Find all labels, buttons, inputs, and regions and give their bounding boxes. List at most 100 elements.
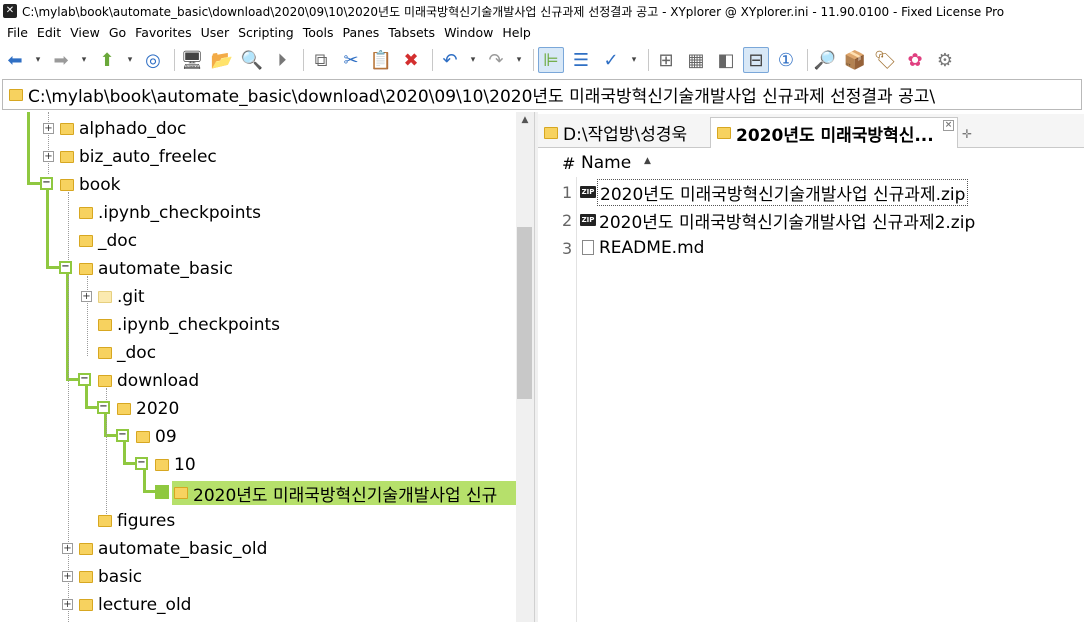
tree-item-automate-basic-old[interactable]: automate_basic_old	[79, 537, 267, 561]
tree-scrollbar[interactable]: ▲	[516, 112, 534, 622]
horizontal-panes-icon[interactable]: ⊟	[743, 47, 769, 73]
back-arrow-icon[interactable]: ⬅	[2, 47, 28, 73]
paste-icon[interactable]: 📋	[368, 47, 394, 73]
scrollbar-thumb[interactable]	[517, 227, 532, 399]
cut-icon[interactable]: ✂	[338, 47, 364, 73]
delete-icon[interactable]: ✖	[398, 47, 424, 73]
new-folder-icon[interactable]: 📂	[209, 47, 235, 73]
tree-item-2020[interactable]: 2020	[117, 397, 179, 421]
forward-arrow-icon[interactable]: ➡	[48, 47, 74, 73]
scroll-up-icon[interactable]: ▲	[516, 112, 534, 129]
collapse-toggle-icon[interactable]: −	[135, 457, 148, 470]
collapse-toggle-icon[interactable]: −	[97, 401, 110, 414]
tab-bar: D:\작업방\성경욱 2020년도 미래국방혁신... × ✛	[538, 114, 1084, 148]
tree-item-alphado-doc[interactable]: alphado_doc	[60, 117, 186, 141]
close-icon[interactable]: ×	[943, 120, 954, 131]
tree-item-git[interactable]: .git	[98, 285, 145, 309]
tree-item-automate-basic[interactable]: automate_basic	[79, 257, 233, 281]
up-folder-icon[interactable]: ⬆	[94, 47, 120, 73]
address-bar[interactable]: C:\mylab\book\automate_basic\download\20…	[2, 79, 1082, 110]
tree-item-biz-auto-freelec[interactable]: biz_auto_freelec	[60, 145, 217, 169]
expand-toggle-icon[interactable]: +	[62, 543, 73, 554]
tree-item-label: figures	[117, 511, 176, 531]
history-icon[interactable]: ⏵	[269, 47, 295, 73]
xyplorer-app-icon[interactable]: ✕	[3, 4, 17, 18]
tree-item-download[interactable]: download	[98, 369, 199, 393]
tree-item-selected-folder[interactable]: 2020년도 미래국방혁신기술개발사업 신규	[172, 481, 516, 506]
file-row[interactable]: 2 ZIP 2020년도 미래국방혁신기술개발사업 신규과제2.zip	[538, 207, 1084, 233]
folder-icon	[98, 347, 112, 359]
tree-item-book[interactable]: book	[60, 173, 120, 197]
tab-current-folder[interactable]: 2020년도 미래국방혁신... ×	[710, 117, 958, 148]
menu-help[interactable]: Help	[499, 25, 537, 40]
details-view-icon[interactable]: ☰	[568, 47, 594, 73]
redo-icon[interactable]: ↷	[483, 47, 509, 73]
file-name[interactable]: README.md	[599, 238, 704, 258]
collapse-toggle-icon[interactable]: −	[116, 429, 129, 442]
redo-dropdown-icon[interactable]: ▾	[513, 47, 525, 73]
folder-icon	[544, 126, 558, 139]
file-row[interactable]: 1 ZIP 2020년도 미래국방혁신기술개발사업 신규과제.zip	[538, 178, 1084, 206]
computer-icon[interactable]: 🖥	[179, 47, 205, 73]
column-header-number[interactable]: #	[562, 154, 575, 173]
back-dropdown-icon[interactable]: ▾	[32, 47, 44, 73]
tree-item-ipynb-checkpoints[interactable]: .ipynb_checkpoints	[79, 201, 261, 225]
folder-tree: + alphado_doc + biz_auto_freelec − book …	[0, 112, 534, 622]
goto-target-icon[interactable]: ◎	[140, 47, 166, 73]
tree-item-doc[interactable]: _doc	[98, 341, 156, 365]
expand-toggle-icon[interactable]: +	[62, 599, 73, 610]
tab-work-folder[interactable]: D:\작업방\성경욱	[538, 117, 708, 148]
menu-edit[interactable]: Edit	[34, 25, 67, 40]
filter-dropdown-icon[interactable]: ▾	[628, 47, 640, 73]
catalog-box-icon[interactable]: 📦	[842, 47, 868, 73]
tag-icon[interactable]: 🏷	[872, 47, 898, 73]
tree-item-10[interactable]: 10	[155, 453, 196, 477]
menu-tools[interactable]: Tools	[300, 25, 340, 40]
menu-panes[interactable]: Panes	[340, 25, 386, 40]
file-name[interactable]: 2020년도 미래국방혁신기술개발사업 신규과제2.zip	[599, 208, 975, 233]
expand-toggle-icon[interactable]: +	[81, 291, 92, 302]
single-pane-icon[interactable]: ①	[773, 47, 799, 73]
tree-item-lecture-old[interactable]: lecture_old	[79, 593, 191, 617]
undo-dropdown-icon[interactable]: ▾	[467, 47, 479, 73]
collapse-toggle-icon[interactable]: −	[59, 261, 72, 274]
menu-favorites[interactable]: Favorites	[132, 25, 197, 40]
tree-item-basic[interactable]: basic	[79, 565, 142, 589]
expand-toggle-icon[interactable]: +	[43, 123, 54, 134]
address-path[interactable]: C:\mylab\book\automate_basic\download\20…	[28, 82, 935, 107]
find-files-icon[interactable]: 🔍	[239, 47, 265, 73]
menu-user[interactable]: User	[198, 25, 236, 40]
tree-item-doc[interactable]: _doc	[79, 229, 137, 253]
file-name[interactable]: 2020년도 미래국방혁신기술개발사업 신규과제.zip	[597, 178, 969, 206]
menu-window[interactable]: Window	[441, 25, 499, 40]
tree-view-icon[interactable]: ⊫	[538, 47, 564, 73]
copy-icon[interactable]: ⧉	[308, 47, 334, 73]
collapse-toggle-icon[interactable]: −	[78, 373, 91, 386]
column-header-name[interactable]: Name	[581, 153, 631, 173]
toolbar-separator	[648, 49, 649, 71]
menu-go[interactable]: Go	[106, 25, 132, 40]
menu-file[interactable]: File	[4, 25, 34, 40]
expand-toggle-icon[interactable]: +	[62, 571, 73, 582]
tree-item-figures[interactable]: figures	[98, 509, 175, 533]
expand-toggle-icon[interactable]: +	[43, 151, 54, 162]
search-icon[interactable]: 🔎	[812, 47, 838, 73]
settings-gear-icon[interactable]: ⚙	[932, 47, 958, 73]
new-tab-icon[interactable]: ✛	[962, 127, 972, 141]
menu-view[interactable]: View	[67, 25, 106, 40]
grid-view-icon[interactable]: ▦	[683, 47, 709, 73]
forward-dropdown-icon[interactable]: ▾	[78, 47, 90, 73]
tree-item-09[interactable]: 09	[136, 425, 177, 449]
collapse-toggle-icon[interactable]: −	[40, 177, 53, 190]
menu-tabsets[interactable]: Tabsets	[385, 25, 441, 40]
file-row[interactable]: 3 README.md	[538, 235, 1084, 261]
color-filter-icon[interactable]: ✿	[902, 47, 928, 73]
undo-icon[interactable]: ↶	[437, 47, 463, 73]
tree-item-label: 09	[155, 427, 177, 447]
checkmark-filter-icon[interactable]: ✓	[598, 47, 624, 73]
dual-pane-icon[interactable]: ⊞	[653, 47, 679, 73]
up-dropdown-icon[interactable]: ▾	[124, 47, 136, 73]
menu-scripting[interactable]: Scripting	[235, 25, 300, 40]
thumbnails-icon[interactable]: ◧	[713, 47, 739, 73]
tree-item-ipynb-checkpoints[interactable]: .ipynb_checkpoints	[98, 313, 280, 337]
